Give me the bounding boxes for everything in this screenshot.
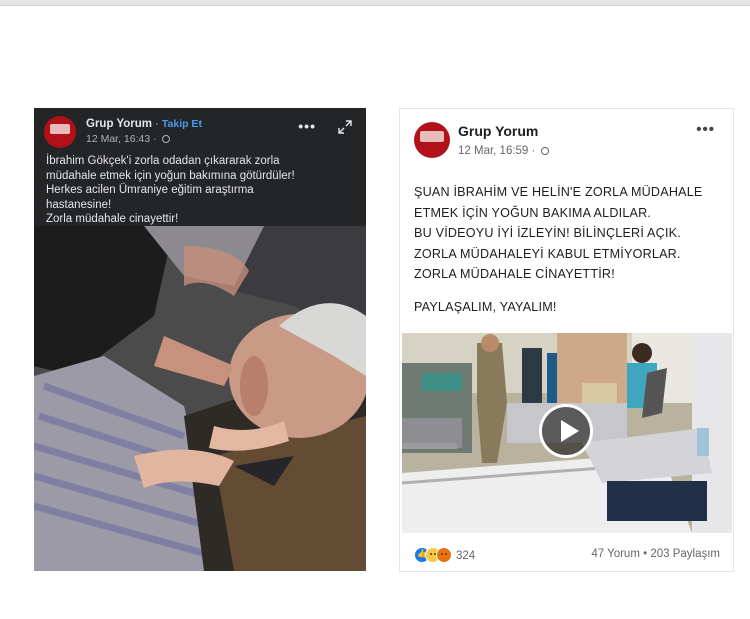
- post-text-line: BU VİDEOYU İYİ İZLEYİN! BİLİNÇLERİ AÇIK.: [414, 226, 681, 240]
- separator-dot: ·: [155, 118, 159, 130]
- post-timestamp[interactable]: 12 Mar, 16:43: [86, 133, 150, 145]
- post-text-line: İbrahim Gökçek'i zorla odadan çıkararak …: [46, 155, 280, 167]
- post-text-line: ZORLA MÜDAHALE CİNAYETTİR!: [414, 267, 615, 281]
- expand-icon[interactable]: [338, 120, 352, 134]
- page-avatar[interactable]: [414, 122, 450, 158]
- globe-icon: [540, 147, 549, 155]
- post-timestamp-line: 12 Mar, 16:59 ·: [458, 145, 549, 157]
- post-photo[interactable]: [34, 226, 366, 571]
- photo-illustration: [34, 226, 366, 571]
- post-footer: 324 47 Yorum • 203 Paylaşım: [414, 545, 720, 567]
- post-video[interactable]: [402, 333, 732, 533]
- post-timestamp[interactable]: 12 Mar, 16:59: [458, 145, 528, 157]
- post-timestamp-line: 12 Mar, 16:43 ·: [86, 133, 170, 145]
- post-text: İbrahim Gökçek'i zorla odadan çıkararak …: [46, 154, 358, 227]
- dark-post-card: Grup Yorum · Takip Et 12 Mar, 16:43 · ••• …: [34, 108, 366, 571]
- window-top-strip: [0, 0, 750, 6]
- post-text-line: ZORLA MÜDAHALEYİ KABUL ETMİYORLAR.: [414, 246, 681, 261]
- page-name[interactable]: Grup Yorum: [458, 123, 538, 139]
- page-name[interactable]: Grup Yorum: [86, 118, 152, 130]
- follow-button[interactable]: Takip Et: [162, 118, 202, 130]
- page-name-line: Grup Yorum · Takip Et: [86, 118, 202, 130]
- post-text-line: hastanesine!: [46, 198, 112, 211]
- angry-reaction-icon: [436, 547, 452, 563]
- post-text-line: Zorla müdahale cinayettir!: [46, 213, 179, 225]
- reaction-count: 324: [456, 550, 476, 562]
- post-text: ŞUAN İBRAHİM VE HELİN'E ZORLA MÜDAHALE E…: [414, 182, 734, 317]
- comments-shares-count[interactable]: 47 Yorum • 203 Paylaşım: [591, 548, 720, 560]
- post-menu-button[interactable]: •••: [696, 121, 715, 138]
- light-post-card: Grup Yorum 12 Mar, 16:59 · ••• ŞUAN İBRA…: [399, 108, 734, 572]
- post-text-line: ŞUAN İBRAHİM VE HELİN'E ZORLA MÜDAHALE: [414, 185, 703, 199]
- post-text-line: müdahale etmek için yoğun bakımına götür…: [46, 169, 295, 182]
- post-menu-button[interactable]: •••: [298, 118, 316, 134]
- post-closing-line: PAYLAŞALIM, YAYALIM!: [414, 299, 557, 314]
- play-icon[interactable]: [539, 404, 593, 458]
- post-text-line: ETMEK İÇİN YOĞUN BAKIMA ALDILAR.: [414, 205, 652, 220]
- page-avatar[interactable]: [44, 116, 76, 148]
- post-header: Grup Yorum · Takip Et 12 Mar, 16:43 · •••: [34, 108, 366, 152]
- post-text-line: Herkes acilen Ümraniye eğitim araştırma: [46, 184, 254, 196]
- globe-icon: [161, 135, 170, 143]
